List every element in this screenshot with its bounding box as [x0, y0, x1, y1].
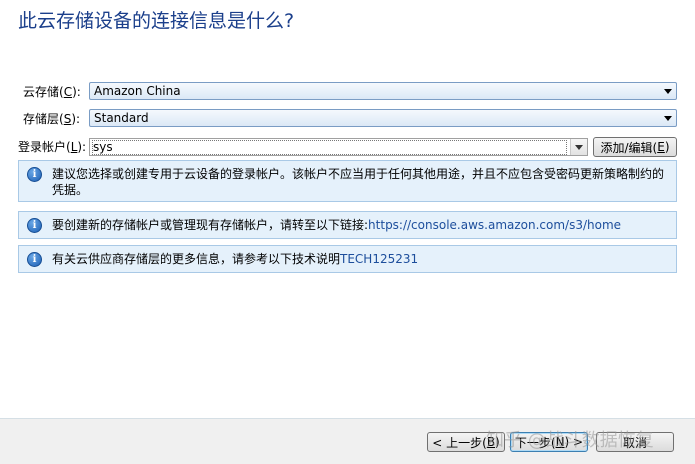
add-edit-label-key: E — [657, 140, 665, 154]
cloud-storage-dropdown[interactable]: Amazon China — [89, 82, 677, 100]
info-icon: i — [27, 218, 42, 233]
footer-area — [0, 419, 695, 464]
chevron-down-icon — [575, 144, 583, 150]
account-advice-info: i 建议您选择或创建专用于云设备的登录帐户。该帐户不应当用于任何其他用途，并且不… — [18, 160, 677, 202]
storage-tier-dropdown[interactable]: Standard — [89, 109, 677, 127]
storage-account-link-text: 要创建新的存储帐户或管理现有存储帐户，请转至以下链接:https://conso… — [52, 217, 621, 233]
cloud-storage-value: Amazon China — [94, 84, 181, 98]
storage-tier-value: Standard — [94, 111, 149, 125]
cloud-storage-label-suffix: ): — [72, 85, 81, 99]
aws-console-link[interactable]: https://console.aws.amazon.com/s3/home — [368, 218, 621, 232]
account-advice-text: 建议您选择或创建专用于云设备的登录帐户。该帐户不应当用于任何其他用途，并且不应包… — [52, 167, 665, 197]
login-account-dropdown-button[interactable] — [570, 139, 587, 155]
back-label-key: B — [486, 435, 496, 449]
login-account-label-prefix: 登录帐户( — [18, 140, 71, 154]
chevron-down-icon — [664, 115, 672, 121]
storage-account-link-prefix: 要创建新的存储帐户或管理现有存储帐户，请转至以下链接: — [52, 218, 369, 232]
info-icon: i — [27, 167, 42, 182]
chevron-down-icon — [664, 88, 672, 94]
storage-tier-label-prefix: 存储层( — [23, 112, 64, 126]
login-account-combobox[interactable]: sys — [89, 138, 588, 156]
cloud-storage-label-key: C — [63, 85, 73, 99]
next-label-prefix: 下一步( — [514, 435, 556, 450]
next-button[interactable]: 下一步(N) > — [510, 432, 588, 452]
storage-tier-info-text: 有关云供应商存储层的更多信息，请参考以下技术说明TECH125231 — [52, 251, 418, 267]
storage-tier-info-prefix: 有关云供应商存储层的更多信息，请参考以下技术说明 — [52, 252, 341, 266]
back-label-prefix: < 上一步( — [432, 435, 487, 450]
next-label-suffix: ) > — [564, 435, 584, 449]
add-edit-label-prefix: 添加/编辑( — [600, 140, 658, 155]
login-account-label: 登录帐户(L): — [18, 138, 86, 155]
storage-account-link-info: i 要创建新的存储帐户或管理现有存储帐户，请转至以下链接:https://con… — [18, 211, 677, 239]
storage-tier-label: 存储层(S): — [23, 110, 80, 127]
storage-tier-label-suffix: ): — [71, 112, 81, 126]
next-label-key: N — [555, 435, 565, 449]
back-button[interactable]: < 上一步(B) — [427, 432, 505, 452]
storage-tier-info: i 有关云供应商存储层的更多信息，请参考以下技术说明TECH125231 — [18, 245, 677, 273]
page-title: 此云存储设备的连接信息是什么? — [18, 10, 295, 32]
cloud-storage-label-prefix: 云存储( — [23, 85, 64, 99]
login-account-value: sys — [92, 139, 567, 155]
back-label-suffix: ) — [495, 435, 500, 449]
info-icon: i — [27, 252, 42, 267]
tech-note-link[interactable]: TECH125231 — [340, 252, 418, 266]
login-account-label-suffix: ): — [77, 140, 87, 154]
cancel-label: 取消 — [622, 435, 647, 450]
cancel-button[interactable]: 取消 — [596, 432, 674, 452]
add-edit-account-button[interactable]: 添加/编辑(E) — [593, 137, 677, 157]
add-edit-label-suffix: ) — [664, 140, 670, 154]
cloud-storage-label: 云存储(C): — [23, 83, 81, 100]
